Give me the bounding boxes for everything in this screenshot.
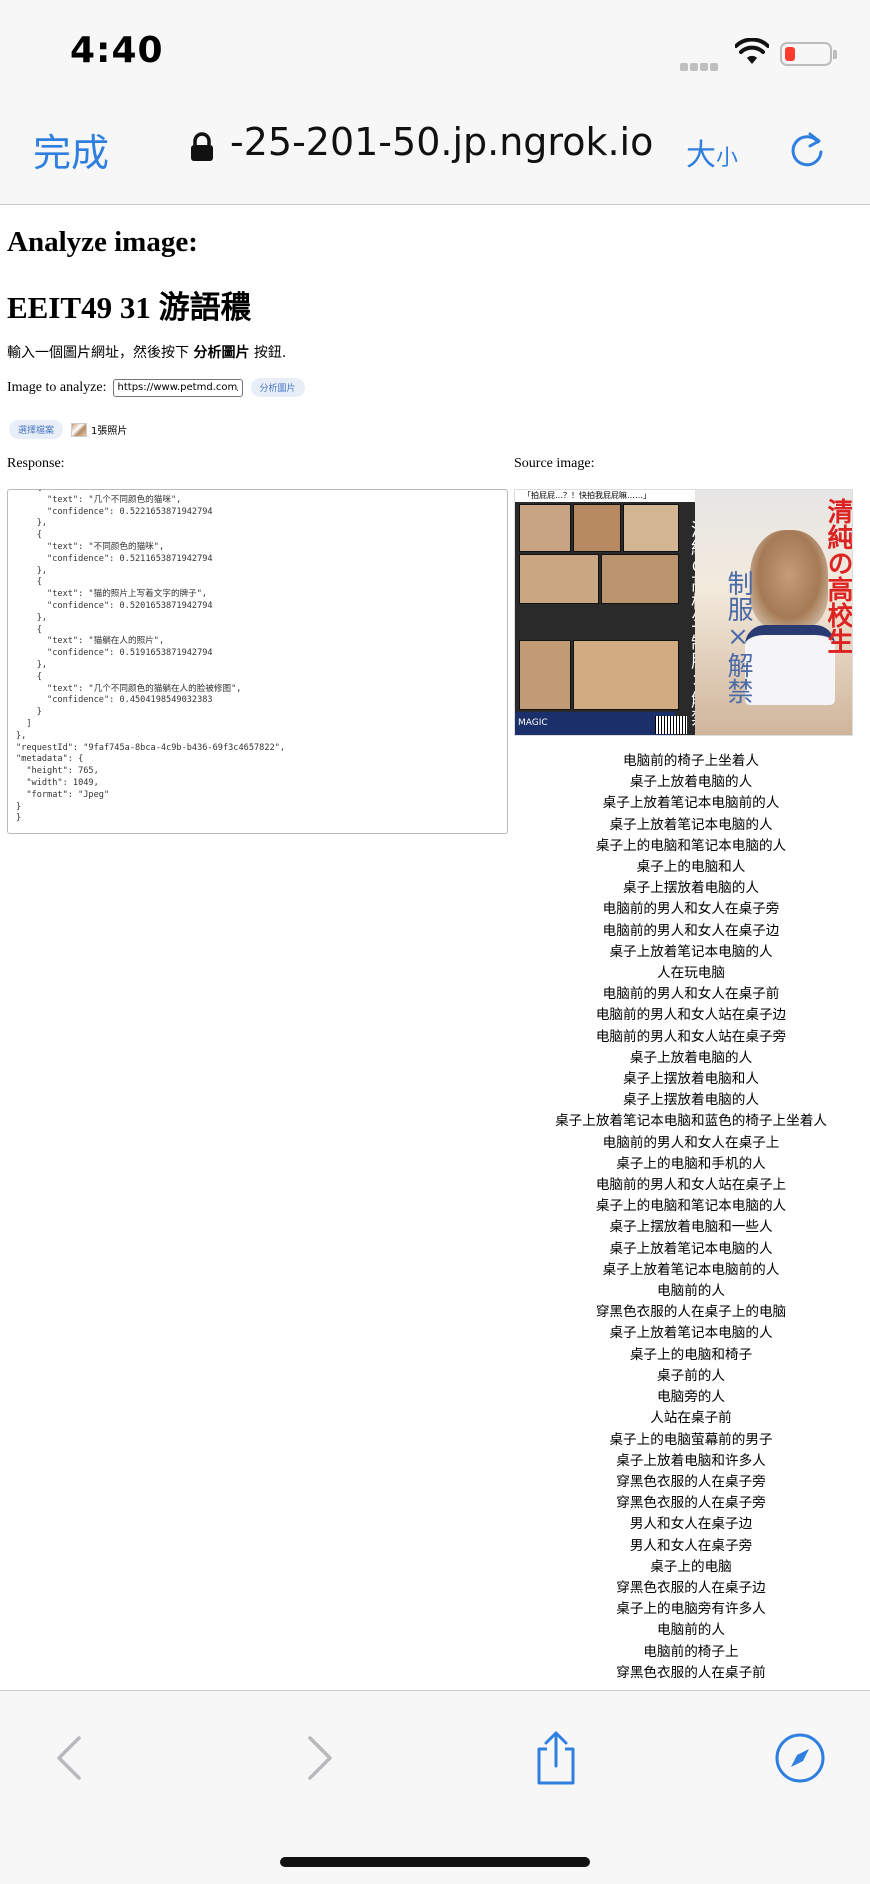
instructions: 輸入一個圖片網址，然後按下 分析圖片 按鈕.: [7, 342, 286, 362]
caption-item: 桌子上的电脑萤幕前的男子: [609, 1431, 773, 1448]
source-image: 「拍屁屁…？！快拍我屁屁嘛……」 清純の高校生 制服×解禁 清純の高校生 制服×…: [514, 489, 853, 736]
intro-prefix: 輸入一個圖片網址，然後按下: [7, 345, 194, 361]
collage-photo: [601, 554, 679, 604]
collage-photo: [519, 554, 599, 604]
image-url-row: Image to analyze: 分析圖片: [7, 378, 305, 397]
wifi-icon: [735, 38, 769, 64]
caption-item: 桌子上摆放着电脑和一些人: [609, 1219, 773, 1236]
caption-item: 穿黑色衣服的人在桌子旁: [616, 1495, 766, 1512]
caption-item: 男人和女人在桌子边: [629, 1516, 753, 1533]
collage-photo: [519, 504, 571, 552]
caption-item: 桌子上放着笔记本电脑的人: [609, 816, 773, 833]
poster-brand-bar: MAGIC: [515, 712, 675, 735]
caption-item: 电脑前的男人和女人站在桌子边: [595, 1007, 787, 1024]
poster-red-title: 清純の高校生: [823, 498, 853, 654]
caption-item: 桌子上的电脑和椅子: [629, 1346, 753, 1363]
image-url-input[interactable]: [112, 378, 243, 397]
text-size-small-label: 小: [716, 146, 739, 171]
collage-photo: [519, 640, 571, 710]
file-thumbnail: [71, 422, 88, 437]
caption-item: 电脑前的人: [657, 1283, 725, 1300]
caption-item: 穿黑色衣服的人在桌子旁: [616, 1473, 766, 1490]
caption-item: 桌子前的人: [657, 1367, 725, 1384]
caption-item: 电脑前的男人和女人在桌子边: [602, 922, 780, 939]
caption-item: 穿黑色衣服的人在桌子上的电脑: [595, 1304, 787, 1321]
caption-item: 人站在桌子前: [650, 1410, 732, 1427]
caption-item: 桌子上的电脑和人: [636, 859, 746, 876]
caption-item: 桌子上放着电脑和许多人: [616, 1452, 766, 1469]
caption-item: 电脑前的男人和女人在桌子旁: [602, 901, 780, 918]
caption-item: 电脑前的椅子上: [643, 1643, 739, 1660]
barcode: [655, 716, 687, 734]
done-button[interactable]: 完成: [33, 122, 109, 177]
status-time: 4:40: [70, 30, 164, 71]
caption-item: 电脑前的男人和女人站在桌子旁: [595, 1028, 787, 1045]
collage-photo: [573, 640, 679, 710]
caption-item: 电脑前的椅子上坐着人: [623, 753, 759, 769]
caption-item: 电脑前的男人和女人在桌子前: [602, 986, 780, 1003]
caption-item: 电脑前的男人和女人在桌子上: [602, 1134, 780, 1151]
source-image-label: Source image:: [514, 456, 595, 471]
file-count: 1張照片: [91, 426, 128, 437]
back-icon[interactable]: [45, 1731, 99, 1785]
caption-item: 桌子上的电脑: [650, 1558, 732, 1575]
address-bar-url[interactable]: -25-201-50.jp.ngrok.io: [230, 120, 653, 164]
poster-blue-title: 制服×解禁: [723, 570, 753, 704]
compass-icon[interactable]: [773, 1731, 827, 1785]
caption-item: 桌子上摆放着电脑和人: [623, 1071, 759, 1088]
image-url-label: Image to analyze:: [7, 379, 107, 395]
caption-item: 桌子上的电脑和笔记本电脑的人: [595, 837, 787, 854]
caption-item: 男人和女人在桌子旁: [629, 1537, 753, 1554]
page-heading: Analyze image:: [7, 226, 198, 258]
caption-item: 桌子上放着笔记本电脑的人: [609, 1325, 773, 1342]
response-textarea[interactable]: { "text": "几个不同颜色的猫咪", "confidence": 0.5…: [7, 489, 508, 834]
text-size-big-label: 大: [686, 138, 716, 173]
poster-top-strip: 「拍屁屁…？！快拍我屁屁嘛……」: [515, 490, 695, 502]
poster-left-collage: 「拍屁屁…？！快拍我屁屁嘛……」 清純の高校生 制服×解禁: [515, 490, 709, 735]
caption-item: 桌子上摆放着电脑的人: [623, 880, 759, 897]
file-picker-row: 選擇檔案 1張照片: [9, 420, 127, 439]
cat-head: [750, 530, 828, 630]
analyze-button[interactable]: 分析圖片: [250, 378, 305, 397]
caption-item: 电脑旁的人: [657, 1389, 725, 1406]
caption-item: 电脑前的男人和女人站在桌子上: [595, 1177, 787, 1194]
caption-item: 桌子上的电脑旁有许多人: [616, 1601, 766, 1618]
caption-item: 桌子上的电脑和手机的人: [616, 1155, 766, 1172]
lock-icon: [191, 132, 213, 161]
browser-bottom-toolbar: [0, 1690, 870, 1884]
caption-item: 桌子上放着笔记本电脑前的人: [602, 795, 780, 812]
response-json-text: { "text": "几个不同颜色的猫咪", "confidence": 0.5…: [16, 490, 286, 824]
text-size-button[interactable]: 大小: [686, 130, 738, 174]
caption-item: 桌子上放着笔记本电脑的人: [609, 943, 773, 960]
caption-item: 桌子上放着电脑的人: [629, 1049, 753, 1066]
caption-list: 电脑前的椅子上坐着人 桌子上放着电脑的人 桌子上放着笔记本电脑前的人 桌子上放着笔记本…: [514, 751, 868, 1684]
battery-icon: [780, 42, 837, 66]
caption-item: 电脑前的人: [657, 1622, 725, 1639]
caption-item: 桌子上摆放着电脑的人: [623, 1092, 759, 1109]
caption-item: 桌子上放着笔记本电脑的人: [609, 1240, 773, 1257]
intro-bold: 分析圖片: [193, 345, 250, 361]
caption-item: 桌子上的电脑和笔记本电脑的人: [595, 1198, 787, 1215]
home-indicator: [280, 1857, 590, 1867]
reload-icon[interactable]: [788, 128, 826, 168]
caption-item: 桌子上放着笔记本电脑前的人: [602, 1261, 780, 1278]
caption-item: 人在玩电脑: [657, 965, 725, 982]
poster-brand: MAGIC: [518, 718, 548, 728]
choose-file-button[interactable]: 選擇檔案: [9, 420, 64, 439]
collage-photo: [623, 504, 679, 552]
intro-suffix: 按鈕.: [249, 345, 287, 361]
web-page: Analyze image: EEIT49 31 游語穠 輸入一個圖片網址，然後…: [0, 206, 870, 1690]
response-label: Response:: [7, 456, 65, 471]
student-title: EEIT49 31 游語穠: [7, 290, 252, 325]
forward-icon[interactable]: [290, 1731, 344, 1785]
browser-top-chrome: 4:40 完成 -25-201-50.jp.ngrok.io 大小: [0, 0, 870, 205]
collage-photo: [573, 504, 621, 552]
cellular-signal-icon: [680, 58, 722, 71]
share-icon[interactable]: [529, 1731, 583, 1785]
caption-item: 穿黑色衣服的人在桌子前: [616, 1664, 766, 1681]
caption-item: 桌子上放着笔记本电脑和蓝色的椅子上坐着人: [555, 1113, 827, 1130]
caption-item: 穿黑色衣服的人在桌子边: [616, 1579, 766, 1596]
caption-item: 桌子上放着电脑的人: [629, 774, 753, 791]
